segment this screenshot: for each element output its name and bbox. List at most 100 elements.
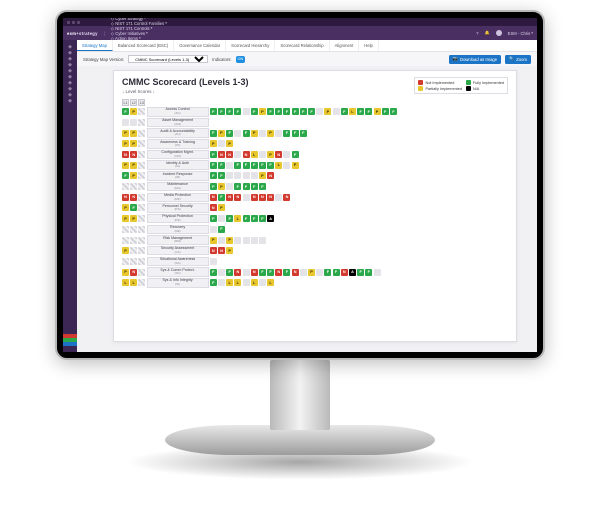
score-cell[interactable]: N: [292, 269, 299, 276]
score-cell[interactable]: F: [130, 204, 137, 211]
score-cell[interactable]: F: [226, 215, 233, 222]
score-cell[interactable]: F: [210, 269, 217, 276]
score-cell[interactable]: [138, 279, 145, 286]
score-cell[interactable]: P: [226, 237, 233, 244]
score-cell[interactable]: [138, 269, 145, 276]
row-label[interactable]: Configuration Mgmt.(CM): [147, 150, 209, 160]
score-cell[interactable]: F: [333, 269, 340, 276]
score-cell[interactable]: L: [251, 279, 258, 286]
score-cell[interactable]: [283, 151, 290, 158]
score-cell[interactable]: [275, 194, 282, 201]
score-cell[interactable]: [138, 226, 145, 233]
row-label[interactable]: Security Assessment(CA): [147, 246, 209, 256]
score-cell[interactable]: F: [390, 108, 397, 115]
score-cell[interactable]: [234, 151, 241, 158]
score-cell[interactable]: [259, 130, 266, 137]
score-cell[interactable]: P: [130, 172, 137, 179]
score-cell[interactable]: P: [122, 247, 129, 254]
tab-governance-calendar[interactable]: Governance Calendar: [174, 40, 226, 51]
score-cell[interactable]: [243, 108, 250, 115]
score-cell[interactable]: [138, 237, 145, 244]
score-cell[interactable]: [316, 269, 323, 276]
score-cell[interactable]: [138, 140, 145, 147]
score-cell[interactable]: P: [122, 140, 129, 147]
score-cell[interactable]: P: [226, 140, 233, 147]
score-cell[interactable]: F: [251, 108, 258, 115]
score-cell[interactable]: F: [275, 108, 282, 115]
score-cell[interactable]: [226, 172, 233, 179]
score-cell[interactable]: P: [122, 215, 129, 222]
score-cell[interactable]: [138, 130, 145, 137]
row-label[interactable]: Maintenance(MA): [147, 182, 209, 192]
score-cell[interactable]: F: [234, 183, 241, 190]
score-cell[interactable]: [138, 151, 145, 158]
score-cell[interactable]: [130, 247, 137, 254]
score-cell[interactable]: [226, 183, 233, 190]
score-cell[interactable]: F: [267, 269, 274, 276]
score-cell[interactable]: F: [283, 130, 290, 137]
score-cell[interactable]: F: [122, 172, 129, 179]
score-cell[interactable]: [218, 279, 225, 286]
score-cell[interactable]: [138, 194, 145, 201]
score-cell[interactable]: F: [341, 108, 348, 115]
score-cell[interactable]: [316, 108, 323, 115]
score-cell[interactable]: [138, 119, 145, 126]
score-cell[interactable]: P: [130, 108, 137, 115]
score-cell[interactable]: P: [267, 130, 274, 137]
score-cell[interactable]: [259, 151, 266, 158]
row-label[interactable]: Situational Awareness(SA): [147, 257, 209, 267]
score-cell[interactable]: N: [218, 151, 225, 158]
grid-icon[interactable]: ◆: [67, 98, 73, 104]
bell-icon[interactable]: 🔔: [484, 30, 489, 36]
score-cell[interactable]: P: [210, 140, 217, 147]
score-cell[interactable]: [251, 237, 258, 244]
score-cell[interactable]: [259, 237, 266, 244]
score-cell[interactable]: [138, 215, 145, 222]
score-cell[interactable]: P: [130, 140, 137, 147]
score-cell[interactable]: [300, 269, 307, 276]
score-cell[interactable]: [138, 204, 145, 211]
score-cell[interactable]: A: [349, 269, 356, 276]
score-cell[interactable]: [138, 162, 145, 169]
score-cell[interactable]: [130, 119, 137, 126]
score-cell[interactable]: L: [267, 279, 274, 286]
score-cell[interactable]: [218, 237, 225, 244]
score-cell[interactable]: F: [218, 162, 225, 169]
score-cell[interactable]: [374, 269, 381, 276]
score-cell[interactable]: F: [210, 183, 217, 190]
score-cell[interactable]: P: [218, 204, 225, 211]
score-cell[interactable]: A: [267, 215, 274, 222]
score-cell[interactable]: L: [275, 162, 282, 169]
score-cell[interactable]: N: [283, 194, 290, 201]
score-cell[interactable]: P: [122, 269, 129, 276]
user-menu[interactable]: ESM - Chris▾: [508, 31, 533, 36]
score-cell[interactable]: [218, 215, 225, 222]
score-cell[interactable]: [226, 162, 233, 169]
score-cell[interactable]: F: [122, 108, 129, 115]
version-select[interactable]: CMMC Scorecard (Levels 1-3): [128, 55, 208, 63]
score-cell[interactable]: F: [283, 269, 290, 276]
row-label[interactable]: Audit & Accountability(AU): [147, 128, 209, 138]
score-cell[interactable]: N: [341, 269, 348, 276]
score-cell[interactable]: F: [292, 108, 299, 115]
score-cell[interactable]: F: [251, 183, 258, 190]
score-cell[interactable]: [218, 140, 225, 147]
score-cell[interactable]: F: [259, 215, 266, 222]
score-cell[interactable]: F: [267, 162, 274, 169]
score-cell[interactable]: [122, 119, 129, 126]
score-cell[interactable]: P: [122, 162, 129, 169]
score-cell[interactable]: N: [251, 269, 258, 276]
score-cell[interactable]: F: [210, 215, 217, 222]
score-cell[interactable]: N: [251, 194, 258, 201]
score-cell[interactable]: N: [130, 194, 137, 201]
score-cell[interactable]: F: [234, 108, 241, 115]
score-cell[interactable]: L: [122, 279, 129, 286]
score-cell[interactable]: [243, 194, 250, 201]
score-cell[interactable]: [243, 279, 250, 286]
score-cell[interactable]: N: [226, 151, 233, 158]
score-cell[interactable]: P: [210, 237, 217, 244]
score-cell[interactable]: P: [259, 172, 266, 179]
score-cell[interactable]: P: [218, 130, 225, 137]
help-icon[interactable]: ?: [476, 31, 478, 36]
score-cell[interactable]: [234, 237, 241, 244]
